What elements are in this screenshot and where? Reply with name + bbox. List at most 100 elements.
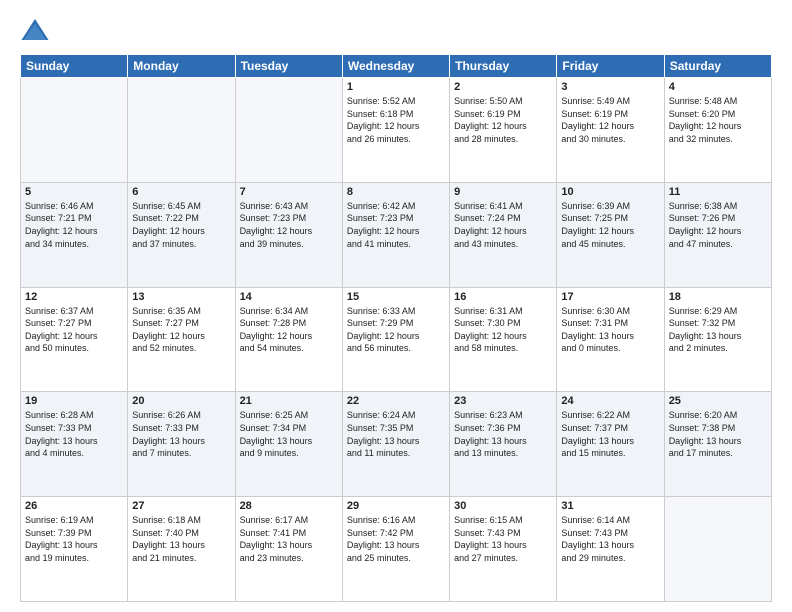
day-cell: 29 Sunrise: 6:16 AM Sunset: 7:42 PM Dayli…	[342, 497, 449, 602]
day-cell: 18 Sunrise: 6:29 AM Sunset: 7:32 PM Dayli…	[664, 287, 771, 392]
day-number: 31	[561, 500, 659, 512]
day-info: Sunrise: 6:35 AM Sunset: 7:27 PM Dayligh…	[132, 305, 230, 355]
day-cell: 6Sunrise: 6:45 AM Sunset: 7:22 PM Daylig…	[128, 182, 235, 287]
day-cell: 3 Sunrise: 5:49 AM Sunset: 6:19 PM Daylig…	[557, 78, 664, 183]
day-info: Sunrise: 6:15 AM Sunset: 7:43 PM Dayligh…	[454, 514, 552, 564]
day-cell	[235, 78, 342, 183]
day-cell: 21 Sunrise: 6:25 AM Sunset: 7:34 PM Dayli…	[235, 392, 342, 497]
day-number: 5	[25, 186, 123, 198]
day-number: 27	[132, 500, 230, 512]
day-cell: 25 Sunrise: 6:20 AM Sunset: 7:38 PM Dayli…	[664, 392, 771, 497]
day-info: Sunrise: 6:18 AM Sunset: 7:40 PM Dayligh…	[132, 514, 230, 564]
day-info: Sunrise: 6:34 AM Sunset: 7:28 PM Dayligh…	[240, 305, 338, 355]
day-number: 11	[669, 186, 767, 198]
weekday-header-sunday: Sunday	[21, 55, 128, 78]
day-cell	[128, 78, 235, 183]
day-info: Sunrise: 5:49 AM Sunset: 6:19 PM Dayligh…	[561, 95, 659, 145]
day-cell: 26 Sunrise: 6:19 AM Sunset: 7:39 PM Dayli…	[21, 497, 128, 602]
day-cell: 19 Sunrise: 6:28 AM Sunset: 7:33 PM Dayli…	[21, 392, 128, 497]
day-number: 22	[347, 395, 445, 407]
day-info: Sunrise: 6:16 AM Sunset: 7:42 PM Dayligh…	[347, 514, 445, 564]
day-info: Sunrise: 6:31 AM Sunset: 7:30 PM Dayligh…	[454, 305, 552, 355]
day-info: Sunrise: 6:24 AM Sunset: 7:35 PM Dayligh…	[347, 409, 445, 459]
day-cell: 12Sunrise: 6:37 AM Sunset: 7:27 PM Dayli…	[21, 287, 128, 392]
weekday-header-saturday: Saturday	[664, 55, 771, 78]
header	[20, 16, 772, 46]
day-info: Sunrise: 6:25 AM Sunset: 7:34 PM Dayligh…	[240, 409, 338, 459]
day-cell: 11 Sunrise: 6:38 AM Sunset: 7:26 PM Dayli…	[664, 182, 771, 287]
day-number: 17	[561, 291, 659, 303]
week-row-4: 26 Sunrise: 6:19 AM Sunset: 7:39 PM Dayli…	[21, 497, 772, 602]
day-number: 19	[25, 395, 123, 407]
day-number: 29	[347, 500, 445, 512]
day-info: Sunrise: 6:38 AM Sunset: 7:26 PM Dayligh…	[669, 200, 767, 250]
day-cell: 24 Sunrise: 6:22 AM Sunset: 7:37 PM Dayli…	[557, 392, 664, 497]
day-number: 7	[240, 186, 338, 198]
day-cell: 15Sunrise: 6:33 AM Sunset: 7:29 PM Dayli…	[342, 287, 449, 392]
day-info: Sunrise: 6:28 AM Sunset: 7:33 PM Dayligh…	[25, 409, 123, 459]
day-cell: 7 Sunrise: 6:43 AM Sunset: 7:23 PM Daylig…	[235, 182, 342, 287]
day-number: 8	[347, 186, 445, 198]
day-info: Sunrise: 6:43 AM Sunset: 7:23 PM Dayligh…	[240, 200, 338, 250]
day-number: 1	[347, 81, 445, 93]
day-number: 12	[25, 291, 123, 303]
day-info: Sunrise: 6:20 AM Sunset: 7:38 PM Dayligh…	[669, 409, 767, 459]
day-info: Sunrise: 6:29 AM Sunset: 7:32 PM Dayligh…	[669, 305, 767, 355]
day-info: Sunrise: 6:41 AM Sunset: 7:24 PM Dayligh…	[454, 200, 552, 250]
day-info: Sunrise: 6:23 AM Sunset: 7:36 PM Dayligh…	[454, 409, 552, 459]
day-info: Sunrise: 6:42 AM Sunset: 7:23 PM Dayligh…	[347, 200, 445, 250]
day-cell: 23 Sunrise: 6:23 AM Sunset: 7:36 PM Dayli…	[450, 392, 557, 497]
day-number: 23	[454, 395, 552, 407]
day-info: Sunrise: 6:14 AM Sunset: 7:43 PM Dayligh…	[561, 514, 659, 564]
weekday-header-friday: Friday	[557, 55, 664, 78]
day-number: 30	[454, 500, 552, 512]
week-row-0: 1 Sunrise: 5:52 AM Sunset: 6:18 PM Daylig…	[21, 78, 772, 183]
day-number: 18	[669, 291, 767, 303]
day-number: 16	[454, 291, 552, 303]
day-info: Sunrise: 6:46 AM Sunset: 7:21 PM Dayligh…	[25, 200, 123, 250]
day-cell: 9 Sunrise: 6:41 AM Sunset: 7:24 PM Daylig…	[450, 182, 557, 287]
weekday-header-tuesday: Tuesday	[235, 55, 342, 78]
day-info: Sunrise: 6:39 AM Sunset: 7:25 PM Dayligh…	[561, 200, 659, 250]
day-cell: 2Sunrise: 5:50 AM Sunset: 6:19 PM Daylig…	[450, 78, 557, 183]
day-cell: 31 Sunrise: 6:14 AM Sunset: 7:43 PM Dayli…	[557, 497, 664, 602]
day-info: Sunrise: 6:19 AM Sunset: 7:39 PM Dayligh…	[25, 514, 123, 564]
day-cell: 8 Sunrise: 6:42 AM Sunset: 7:23 PM Daylig…	[342, 182, 449, 287]
day-number: 20	[132, 395, 230, 407]
day-number: 15	[347, 291, 445, 303]
day-info: Sunrise: 6:45 AM Sunset: 7:22 PM Dayligh…	[132, 200, 230, 250]
day-cell: 20 Sunrise: 6:26 AM Sunset: 7:33 PM Dayli…	[128, 392, 235, 497]
logo-icon	[20, 16, 50, 46]
day-number: 3	[561, 81, 659, 93]
day-cell: 5 Sunrise: 6:46 AM Sunset: 7:21 PM Daylig…	[21, 182, 128, 287]
day-cell: 10 Sunrise: 6:39 AM Sunset: 7:25 PM Dayli…	[557, 182, 664, 287]
day-number: 4	[669, 81, 767, 93]
day-cell: 30 Sunrise: 6:15 AM Sunset: 7:43 PM Dayli…	[450, 497, 557, 602]
day-number: 24	[561, 395, 659, 407]
day-number: 14	[240, 291, 338, 303]
day-number: 26	[25, 500, 123, 512]
day-cell: 13Sunrise: 6:35 AM Sunset: 7:27 PM Dayli…	[128, 287, 235, 392]
day-info: Sunrise: 6:22 AM Sunset: 7:37 PM Dayligh…	[561, 409, 659, 459]
page: SundayMondayTuesdayWednesdayThursdayFrid…	[0, 0, 792, 612]
day-cell: 17Sunrise: 6:30 AM Sunset: 7:31 PM Dayli…	[557, 287, 664, 392]
day-number: 9	[454, 186, 552, 198]
week-row-1: 5 Sunrise: 6:46 AM Sunset: 7:21 PM Daylig…	[21, 182, 772, 287]
day-info: Sunrise: 6:26 AM Sunset: 7:33 PM Dayligh…	[132, 409, 230, 459]
day-cell: 1 Sunrise: 5:52 AM Sunset: 6:18 PM Daylig…	[342, 78, 449, 183]
weekday-header-monday: Monday	[128, 55, 235, 78]
day-info: Sunrise: 5:48 AM Sunset: 6:20 PM Dayligh…	[669, 95, 767, 145]
weekday-header-wednesday: Wednesday	[342, 55, 449, 78]
day-cell: 22 Sunrise: 6:24 AM Sunset: 7:35 PM Dayli…	[342, 392, 449, 497]
day-info: Sunrise: 5:52 AM Sunset: 6:18 PM Dayligh…	[347, 95, 445, 145]
day-number: 10	[561, 186, 659, 198]
weekday-header-thursday: Thursday	[450, 55, 557, 78]
day-cell: 14 Sunrise: 6:34 AM Sunset: 7:28 PM Dayli…	[235, 287, 342, 392]
day-info: Sunrise: 6:17 AM Sunset: 7:41 PM Dayligh…	[240, 514, 338, 564]
day-number: 21	[240, 395, 338, 407]
day-cell: 28Sunrise: 6:17 AM Sunset: 7:41 PM Dayli…	[235, 497, 342, 602]
day-info: Sunrise: 5:50 AM Sunset: 6:19 PM Dayligh…	[454, 95, 552, 145]
day-number: 25	[669, 395, 767, 407]
day-cell: 4 Sunrise: 5:48 AM Sunset: 6:20 PM Daylig…	[664, 78, 771, 183]
calendar-table: SundayMondayTuesdayWednesdayThursdayFrid…	[20, 54, 772, 602]
